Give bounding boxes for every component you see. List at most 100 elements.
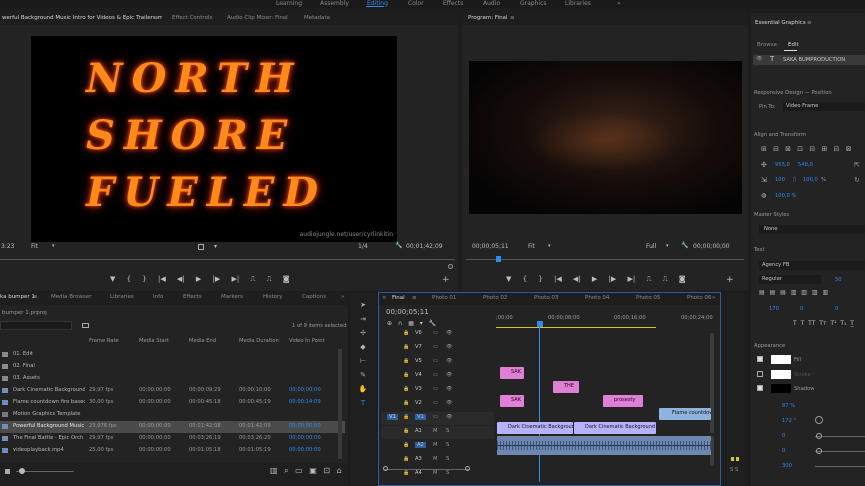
stroke-checkbox[interactable] xyxy=(757,371,763,377)
track-lock-icon[interactable]: 🔒 xyxy=(403,456,409,462)
program-add-button[interactable]: + xyxy=(726,275,734,285)
track-eye-icon[interactable]: 👁 xyxy=(446,330,453,336)
track-eye-icon[interactable]: 👁 xyxy=(446,344,453,350)
col-media-duration[interactable]: Media Duration xyxy=(239,338,279,344)
clip-v4-the[interactable]: THE xyxy=(553,381,579,393)
workspace-graphics[interactable]: Graphics xyxy=(520,0,547,7)
scale-value[interactable]: 100 xyxy=(775,177,785,183)
clip-v3-sak[interactable]: SAK xyxy=(500,395,524,407)
shadow-color-swatch[interactable] xyxy=(771,384,791,393)
track-sync-icon[interactable]: ▭ xyxy=(433,386,438,392)
timeline-timecode[interactable]: 00;00;05;11 xyxy=(386,308,429,316)
zoom-slider-handle[interactable] xyxy=(19,468,25,474)
scale-lock-icon[interactable]: ▯ xyxy=(793,177,796,183)
track-solo-icon[interactable]: S xyxy=(446,456,449,462)
track-header[interactable]: V2 🔒 ▭ 👁 xyxy=(381,398,494,411)
tab-captions[interactable]: Captions xyxy=(302,294,326,300)
timeline-close-icon[interactable]: × xyxy=(382,295,387,301)
tab-edit[interactable]: Edit xyxy=(788,42,799,48)
tab-browse[interactable]: Browse xyxy=(757,42,777,48)
essential-graphics-title[interactable]: Essential Graphics xyxy=(755,20,806,26)
tab-markers[interactable]: Markers xyxy=(221,294,243,300)
track-solo-icon[interactable]: S xyxy=(446,442,449,448)
meter-solo-labels[interactable]: S S xyxy=(730,467,738,473)
col-media-end[interactable]: Media End xyxy=(189,338,216,344)
shadow-angle-dial[interactable] xyxy=(815,416,823,424)
shadow-size-slider[interactable] xyxy=(815,451,865,452)
project-row[interactable]: Flame countdown fire based 30,00 fps 00:00… xyxy=(0,397,345,409)
quality-dropdown-icon[interactable]: ▾ xyxy=(666,243,669,249)
shadow-size-handle[interactable] xyxy=(816,448,822,454)
fill-checkbox[interactable] xyxy=(757,356,763,362)
program-transport-controls[interactable]: ▼ { } |◀ ◀| ▶ |▶ ▶| ⎍ ⎍ ◙ xyxy=(506,275,711,285)
tab-info[interactable]: Info xyxy=(153,294,163,300)
track-lock-icon[interactable]: 🔒 xyxy=(403,386,409,392)
source-wrench-icon[interactable]: 🔧 xyxy=(395,242,402,249)
tab-effects[interactable]: Effects xyxy=(183,294,202,300)
layer-visibility-icon[interactable]: 👁 xyxy=(756,56,763,62)
tab-photo-05[interactable]: Photo 05 xyxy=(636,295,660,301)
track-mute-icon[interactable]: M xyxy=(433,442,437,448)
shadow-distance-slider[interactable] xyxy=(815,436,865,437)
workspace-color[interactable]: Color xyxy=(408,0,424,7)
razor-tool-icon[interactable]: ◆ xyxy=(358,342,368,352)
tab-project-menu-icon[interactable]: ≡ xyxy=(33,294,38,300)
track-header[interactable]: V6 🔒 ▭ 👁 xyxy=(381,328,494,341)
essential-graphics-menu-icon[interactable]: ≡ xyxy=(807,20,812,26)
position-x-value[interactable]: 955,0 xyxy=(775,162,790,168)
clip-a1-audio[interactable] xyxy=(497,436,711,455)
type-tool-icon[interactable]: T xyxy=(358,398,368,408)
stroke-color-swatch[interactable] xyxy=(771,370,791,379)
track-eye-icon[interactable]: 👁 xyxy=(446,372,453,378)
track-eye-icon[interactable]: 👁 xyxy=(446,400,453,406)
slip-tool-icon[interactable]: ⊢ xyxy=(358,356,368,366)
scale-value-2[interactable]: 100,0 xyxy=(803,177,818,183)
timeline-zoom-bar[interactable] xyxy=(384,469,469,470)
source-scrub-bar[interactable] xyxy=(0,259,455,260)
tab-source-clip[interactable]: werful Background Music Intro for Videos… xyxy=(2,15,162,21)
tab-final-sequence[interactable]: Final xyxy=(392,295,405,301)
track-eye-icon[interactable]: 👁 xyxy=(446,358,453,364)
project-scrollbar[interactable] xyxy=(338,349,342,459)
track-solo-icon[interactable]: S xyxy=(446,428,449,434)
project-row[interactable]: 02. Final xyxy=(0,361,345,373)
shadow-angle[interactable]: 172 ° xyxy=(782,418,796,424)
program-playhead[interactable] xyxy=(496,256,501,262)
project-row[interactable]: The Final Battle - Epic Orch 29,97 fps 00;… xyxy=(0,433,345,445)
track-eye-icon[interactable]: 👁 xyxy=(446,386,453,392)
project-row[interactable]: Motion Graphics Template xyxy=(0,409,345,421)
timeline-zoom-start[interactable] xyxy=(383,466,388,471)
workspace-effects[interactable]: Effects xyxy=(443,0,463,7)
leading-value[interactable]: 0 xyxy=(800,306,803,312)
track-lock-icon[interactable]: 🔒 xyxy=(403,442,409,448)
program-scrub-bar[interactable] xyxy=(466,259,744,260)
anchor-icon[interactable]: ⇱ xyxy=(854,161,860,169)
program-menu-icon[interactable]: ≡ xyxy=(510,15,515,21)
col-video-in-point[interactable]: Video In Point xyxy=(289,338,344,344)
timeline-playhead-handle[interactable] xyxy=(537,321,543,327)
shadow-distance-handle[interactable] xyxy=(816,433,822,439)
track-header[interactable]: V3 🔒 ▭ 👁 xyxy=(381,384,494,397)
source-patch-v1[interactable]: V1 xyxy=(387,414,398,420)
col-frame-rate[interactable]: Frame Rate xyxy=(89,338,119,344)
wrench-icon-left[interactable]: ▾ xyxy=(214,243,217,250)
track-lock-icon[interactable]: 🔒 xyxy=(403,470,409,476)
timeline-ruler[interactable]: ;00;00 00;00;08;00 00;00;16;00 00;00;24;… xyxy=(496,307,713,329)
tab-project[interactable]: ka bumper 1 xyxy=(0,294,35,300)
shadow-size[interactable]: 0 xyxy=(782,448,785,454)
program-wrench-icon[interactable]: 🔧 xyxy=(681,242,688,249)
program-fit-dropdown-icon[interactable]: ▾ xyxy=(548,243,551,249)
project-row[interactable]: 01. Edit xyxy=(0,349,345,361)
shadow-distance[interactable]: 0 xyxy=(782,433,785,439)
list-view-icon[interactable] xyxy=(5,469,10,474)
track-header[interactable]: A2 🔒 M S xyxy=(381,440,494,453)
track-mute-icon[interactable]: M xyxy=(433,470,437,476)
track-lock-icon[interactable]: 🔒 xyxy=(403,358,409,364)
ripple-tool-icon[interactable]: ✢ xyxy=(358,328,368,338)
track-sync-icon[interactable]: ▭ xyxy=(433,358,438,364)
program-quality-select[interactable]: Full xyxy=(646,243,656,250)
workspace-learning[interactable]: Learning xyxy=(276,0,302,7)
clip-v1-dark-cinematic-b[interactable]: Dark Cinematic Background - 100 xyxy=(574,422,656,434)
source-transport-controls[interactable]: ▼ { } |◀ ◀| ▶ |▶ ▶| ⎍ ⎍ ◙ xyxy=(110,275,320,285)
col-media-start[interactable]: Media Start xyxy=(139,338,169,344)
